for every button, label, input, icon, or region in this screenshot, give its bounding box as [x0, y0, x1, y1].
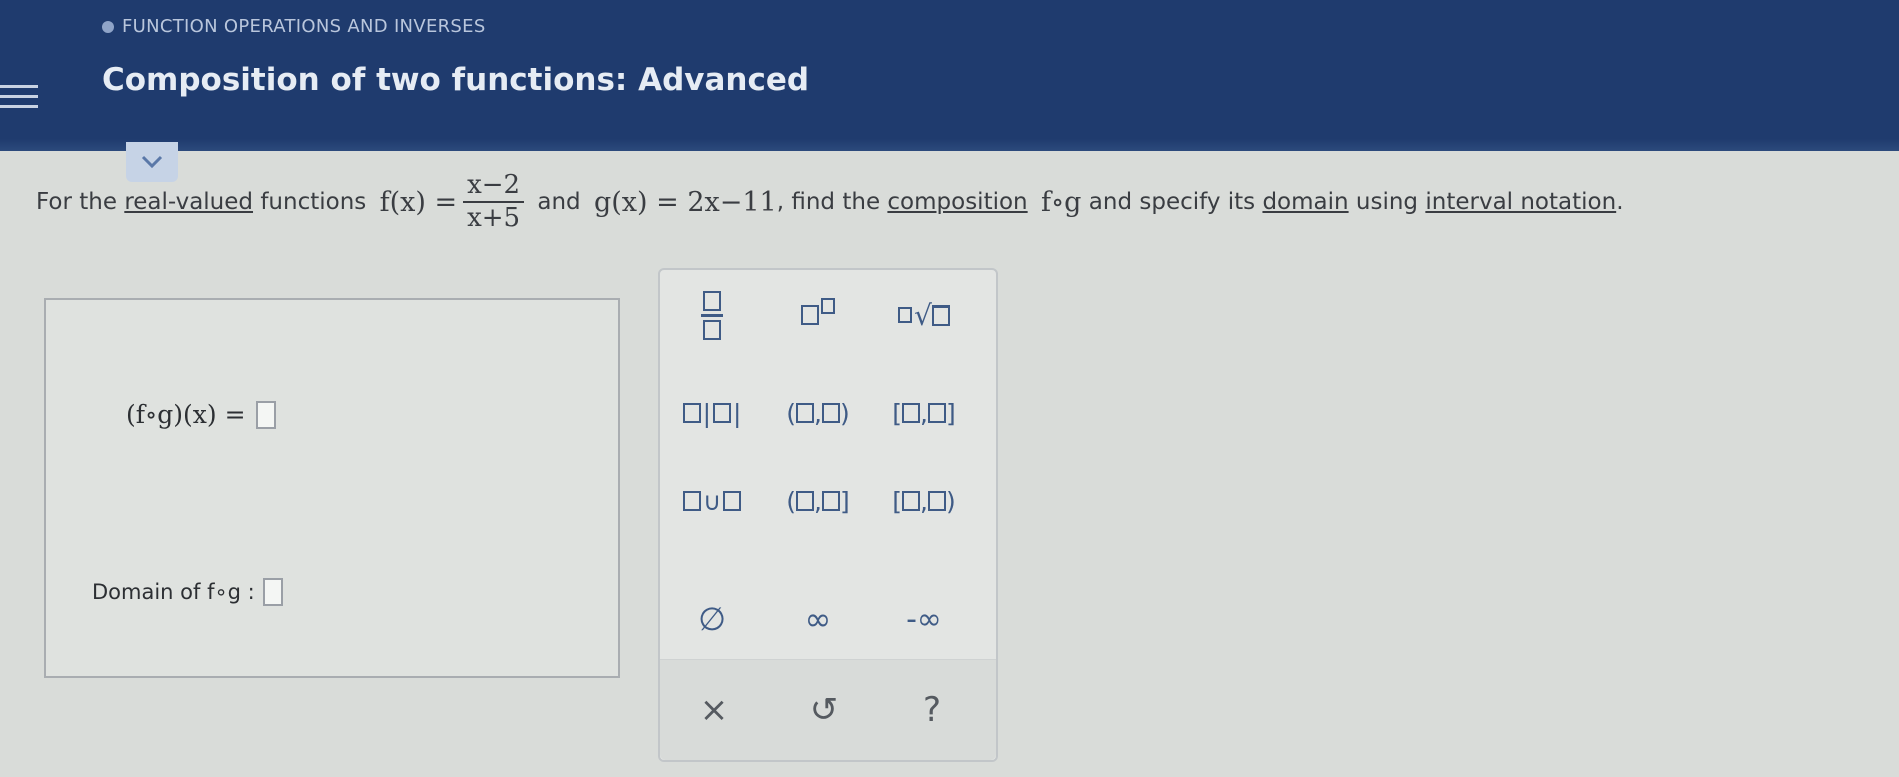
interval-open-open-key[interactable]: (,)	[770, 388, 866, 438]
domain-row: Domain of f∘g :	[92, 578, 283, 606]
infinity-key[interactable]: ∞	[770, 594, 866, 644]
composition-label: (f∘g)(x) =	[126, 400, 246, 429]
period: .	[1616, 189, 1624, 216]
interval-notation-link[interactable]: interval notation	[1425, 189, 1616, 215]
find-text: , find the	[776, 189, 881, 216]
negative-infinity-key[interactable]: -∞	[876, 594, 972, 644]
breadcrumb: FUNCTION OPERATIONS AND INVERSES	[102, 16, 486, 37]
menu-icon[interactable]	[0, 78, 38, 112]
real-valued-link[interactable]: real-valued	[124, 189, 253, 215]
interval-closed-open-key[interactable]: [,)	[876, 476, 972, 526]
f-fraction: x−2 x+5	[463, 170, 525, 234]
interval-closed-closed-key[interactable]: [,]	[876, 388, 972, 438]
keypad-footer: × ↺ ?	[660, 659, 996, 760]
fog-symbol: f∘g	[1040, 186, 1082, 218]
clear-button[interactable]: ×	[674, 680, 754, 740]
domain-link[interactable]: domain	[1262, 189, 1348, 215]
fraction-key[interactable]	[664, 290, 760, 340]
composition-input[interactable]	[255, 400, 276, 429]
domain-input[interactable]	[262, 578, 283, 606]
union-symbol: ∪	[702, 486, 722, 516]
problem-intro: For the	[36, 189, 117, 216]
interval-open-closed-key[interactable]: (,]	[770, 476, 866, 526]
topic-dot-icon	[102, 20, 114, 33]
empty-set-key[interactable]: ∅	[664, 594, 760, 644]
nth-root-key[interactable]: √	[876, 290, 972, 340]
composition-row: (f∘g)(x) =	[126, 400, 276, 429]
f-definition: f(x) =	[379, 186, 458, 218]
help-button[interactable]: ?	[892, 680, 972, 740]
domain-label: Domain of f∘g :	[92, 580, 255, 604]
and-word: and	[537, 189, 581, 216]
undo-button[interactable]: ↺	[784, 680, 864, 740]
using-text: using	[1355, 189, 1419, 216]
composition-link[interactable]: composition	[887, 189, 1027, 215]
page-title: Composition of two functions: Advanced	[102, 62, 810, 98]
top-header: FUNCTION OPERATIONS AND INVERSES Composi…	[0, 0, 1899, 151]
answer-panel: (f∘g)(x) = Domain of f∘g :	[44, 298, 620, 678]
specify-text: and specify its	[1088, 189, 1256, 216]
math-keypad: √ | | (,) [,] ∪ (,] [,) ∅ ∞ -∞ × ↺ ?	[658, 268, 998, 762]
absolute-value-key[interactable]: | |	[664, 388, 760, 438]
exponent-key[interactable]	[770, 290, 866, 340]
f-denominator: x+5	[467, 203, 521, 234]
chevron-down-icon	[141, 155, 163, 169]
breadcrumb-text: FUNCTION OPERATIONS AND INVERSES	[122, 16, 486, 37]
f-numerator: x−2	[463, 170, 525, 204]
problem-statement: For the real-valued functions f(x) = x−2…	[36, 170, 1624, 234]
functions-word: functions	[260, 189, 367, 216]
g-definition: g(x) = 2x−11	[593, 186, 777, 218]
union-key[interactable]: ∪	[664, 476, 760, 526]
